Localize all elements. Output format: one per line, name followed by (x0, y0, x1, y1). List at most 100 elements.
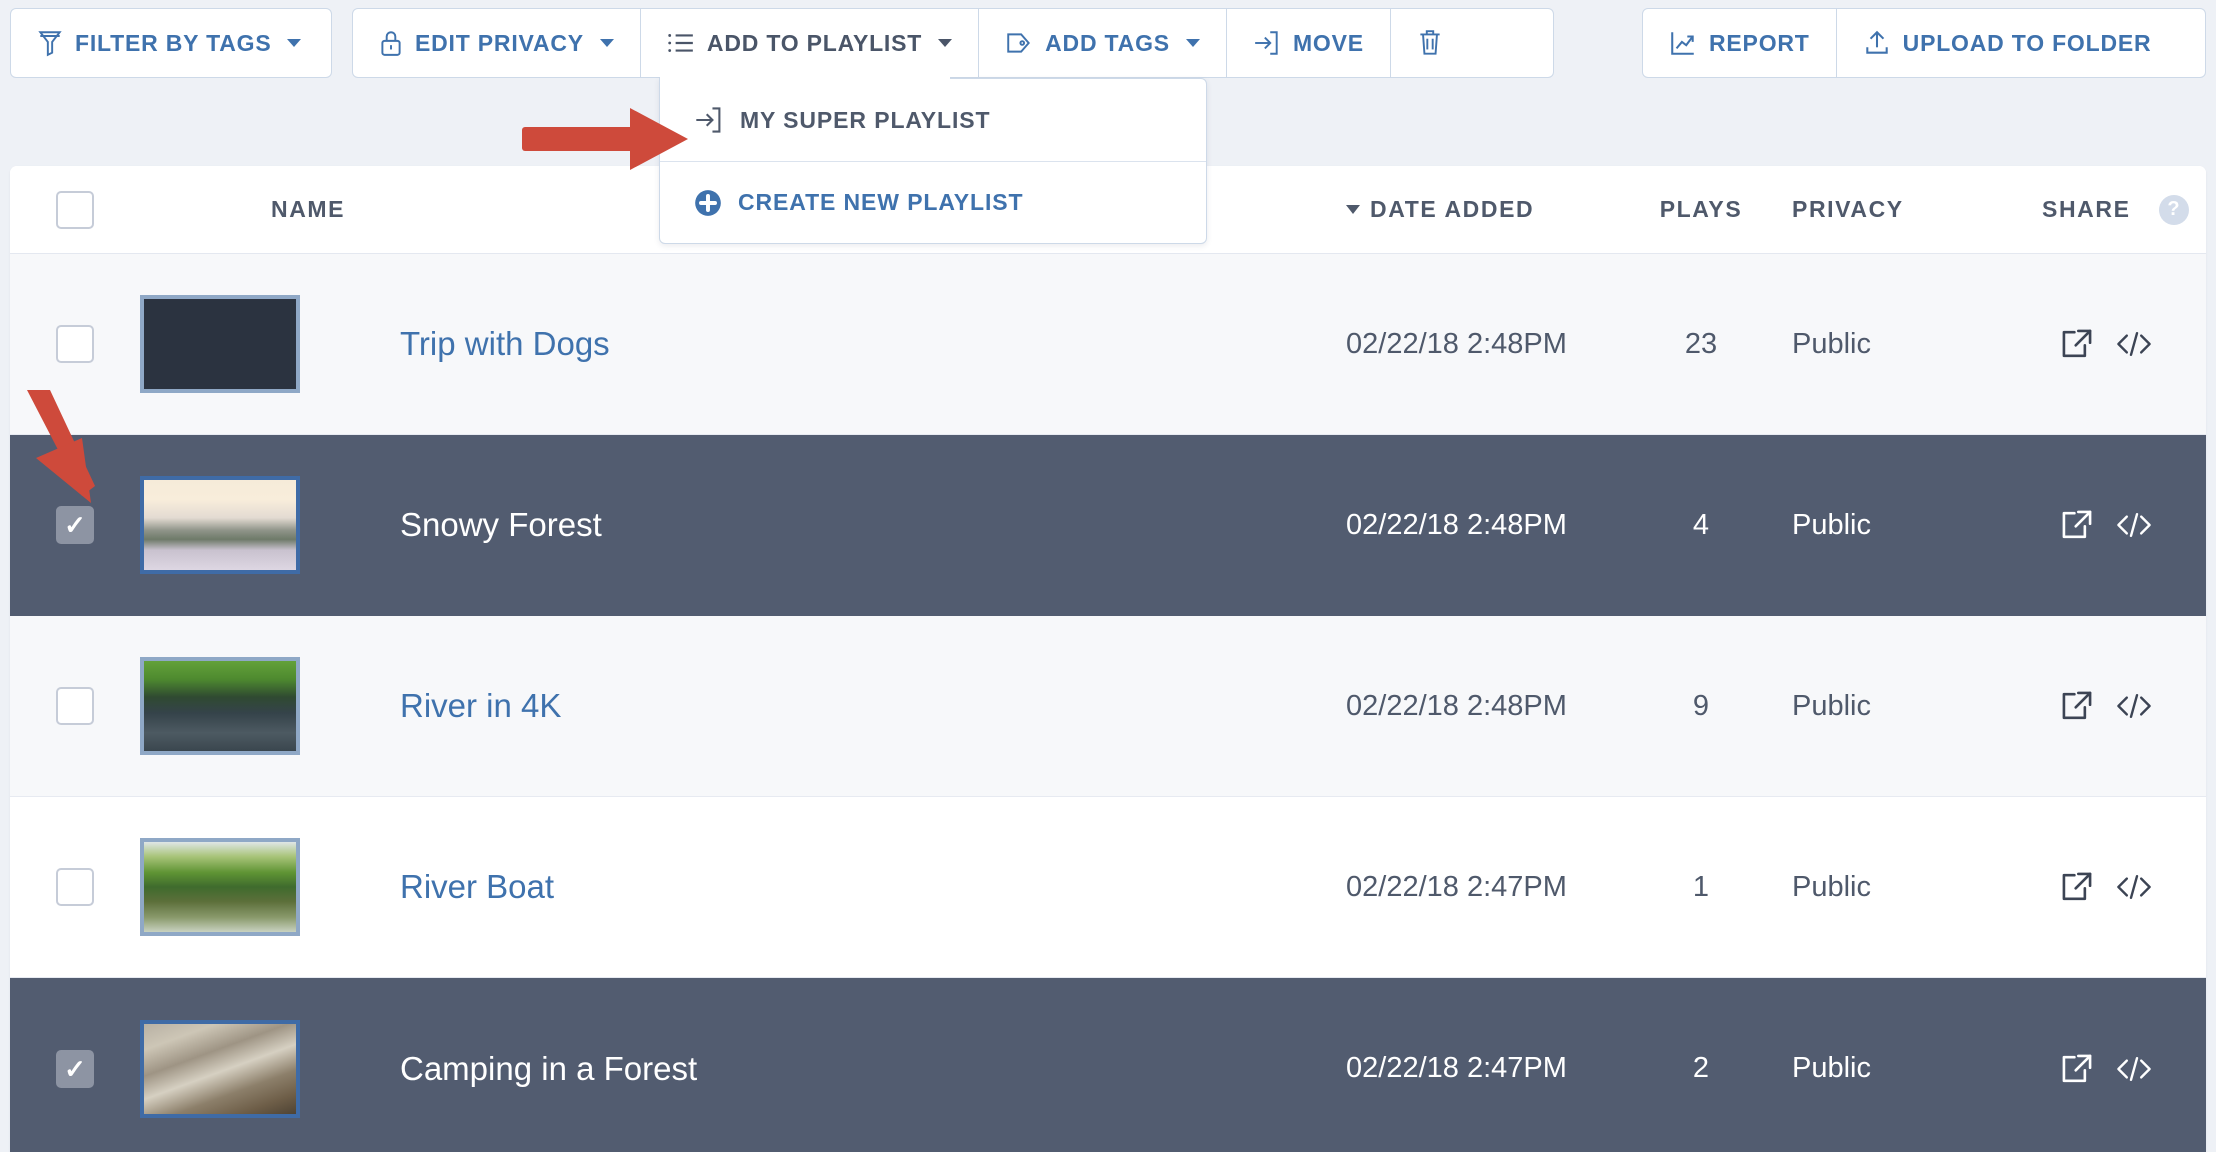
funnel-icon (37, 29, 63, 57)
plays-value: 1 (1692, 870, 1710, 903)
embed-code-icon[interactable] (2116, 510, 2152, 540)
video-title-link[interactable]: River Boat (400, 868, 554, 906)
column-header-date-added[interactable]: Date Added (1306, 196, 1636, 223)
embed-code-icon[interactable] (2116, 1054, 2152, 1084)
table-row[interactable]: ✓ River in 4K 02/22/18 2:48PM 9 Public (10, 616, 2206, 797)
upload-icon (1863, 29, 1891, 57)
filter-by-tags-button[interactable]: Filter by Tags (11, 9, 327, 77)
dropdown-item-my-super-playlist[interactable]: My Super Playlist (660, 79, 1206, 161)
upload-to-folder-button[interactable]: Upload to Folder (1835, 9, 2178, 77)
list-icon (667, 30, 695, 56)
row-plays-cell: 23 (1636, 328, 1766, 361)
column-header-share-label: Share (2042, 196, 2131, 222)
embed-code-icon[interactable] (2116, 872, 2152, 902)
report-label: Report (1709, 29, 1810, 56)
row-plays-cell: 1 (1636, 871, 1766, 904)
row-date-cell: 02/22/18 2:48PM (1306, 509, 1636, 542)
share-export-icon[interactable] (2060, 1053, 2094, 1085)
thumbnail-image (144, 1023, 296, 1114)
add-tags-button[interactable]: Add Tags (978, 9, 1226, 77)
column-header-share: Share ? (2006, 194, 2206, 225)
share-help-icon[interactable]: ? (2158, 194, 2189, 225)
video-title-link[interactable]: Trip with Dogs (400, 325, 610, 363)
row-name-cell: Trip with Dogs (400, 325, 1306, 363)
delete-button[interactable] (1389, 9, 1469, 77)
column-header-plays-label: Plays (1659, 196, 1743, 222)
embed-code-icon[interactable] (2116, 329, 2152, 359)
row-date-cell: 02/22/18 2:47PM (1306, 1052, 1636, 1085)
privacy-value: Public (1792, 689, 1871, 722)
add-to-playlist-dropdown: My Super Playlist Create New Playlist (659, 78, 1207, 244)
video-title-link[interactable]: River in 4K (400, 687, 561, 725)
row-checkbox[interactable]: ✓ (56, 1049, 94, 1088)
table-row[interactable]: ✓ Camping in a Forest 02/22/18 2:47PM 2 Publ… (10, 978, 2206, 1152)
row-thumbnail-cell (140, 476, 400, 574)
select-all-checkbox[interactable]: ✓ (56, 190, 94, 229)
share-export-icon[interactable] (2060, 509, 2094, 541)
share-export-icon[interactable] (2060, 690, 2094, 722)
row-thumbnail-cell (140, 657, 400, 755)
row-name-cell: Camping in a Forest (400, 1050, 1306, 1088)
table-row[interactable]: ✓ Trip with Dogs 02/22/18 2:48PM 23 Public (10, 254, 2206, 435)
embed-code-icon[interactable] (2116, 691, 2152, 721)
dropdown-item-label: Create New Playlist (738, 189, 1024, 215)
report-button[interactable]: Report (1643, 9, 1836, 77)
share-export-icon[interactable] (2060, 328, 2094, 360)
share-export-icon[interactable] (2060, 871, 2094, 903)
row-plays-cell: 9 (1636, 690, 1766, 723)
column-header-privacy[interactable]: Privacy (1766, 196, 2006, 223)
row-checkbox[interactable]: ✓ (56, 325, 94, 363)
row-date-cell: 02/22/18 2:48PM (1306, 690, 1636, 723)
video-thumbnail[interactable] (140, 1019, 300, 1118)
video-title-link[interactable]: Snowy Forest (400, 506, 602, 544)
column-header-plays[interactable]: Plays (1636, 196, 1766, 223)
row-thumbnail-cell (140, 295, 400, 393)
move-button[interactable]: Move (1225, 9, 1390, 77)
edit-privacy-button[interactable]: Edit Privacy (353, 9, 640, 77)
chevron-down-icon (599, 39, 614, 47)
row-privacy-cell: Public (1766, 690, 2006, 723)
video-title-link[interactable]: Camping in a Forest (400, 1050, 697, 1088)
toolbar-group-right: Report Upload to Folder (1642, 8, 2206, 78)
row-checkbox[interactable]: ✓ (56, 687, 94, 725)
row-select-cell: ✓ (10, 506, 140, 544)
row-share-cell (2006, 509, 2206, 541)
privacy-value: Public (1792, 327, 1871, 360)
row-date-cell: 02/22/18 2:47PM (1306, 871, 1636, 904)
add-to-playlist-button[interactable]: Add to Playlist (639, 9, 979, 77)
table-body: ✓ Trip with Dogs 02/22/18 2:48PM 23 Public ✓ S… (10, 254, 2206, 1152)
row-privacy-cell: Public (1766, 871, 2006, 904)
row-name-cell: River Boat (400, 868, 1306, 906)
date-added-value: 02/22/18 2:47PM (1346, 1052, 1567, 1084)
video-thumbnail[interactable] (140, 476, 300, 574)
add-to-playlist-label: Add to Playlist (706, 29, 923, 56)
row-privacy-cell: Public (1766, 509, 2006, 542)
lock-icon (379, 29, 403, 57)
chevron-down-icon (1185, 39, 1200, 47)
row-checkbox[interactable]: ✓ (56, 506, 94, 544)
table-row[interactable]: ✓ Snowy Forest 02/22/18 2:48PM 4 Public (10, 435, 2206, 616)
table-row[interactable]: ✓ River Boat 02/22/18 2:47PM 1 Public (10, 797, 2206, 978)
plays-value: 2 (1692, 1052, 1710, 1084)
row-checkbox[interactable]: ✓ (56, 868, 94, 906)
toolbar-group-mid: Edit Privacy Add to Playlist (352, 8, 1554, 78)
row-share-cell (2006, 328, 2206, 360)
chevron-down-icon (938, 39, 953, 47)
privacy-value: Public (1792, 870, 1871, 903)
row-select-cell: ✓ (10, 687, 140, 725)
dropdown-item-create-new-playlist[interactable]: Create New Playlist (660, 161, 1206, 243)
row-select-cell: ✓ (10, 868, 140, 906)
thumbnail-image (144, 480, 296, 570)
plays-value: 23 (1684, 327, 1718, 360)
video-thumbnail[interactable] (140, 657, 300, 755)
video-thumbnail[interactable] (140, 838, 300, 936)
thumbnail-image (144, 661, 296, 751)
thumbnail-image (144, 842, 296, 932)
move-icon (1253, 29, 1281, 57)
privacy-value: Public (1792, 508, 1871, 541)
video-thumbnail[interactable] (140, 295, 300, 393)
page-root: Filter by Tags Edit Privacy (0, 0, 2216, 1152)
row-thumbnail-cell (140, 838, 400, 936)
row-share-cell (2006, 690, 2206, 722)
row-name-cell: Snowy Forest (400, 506, 1306, 544)
